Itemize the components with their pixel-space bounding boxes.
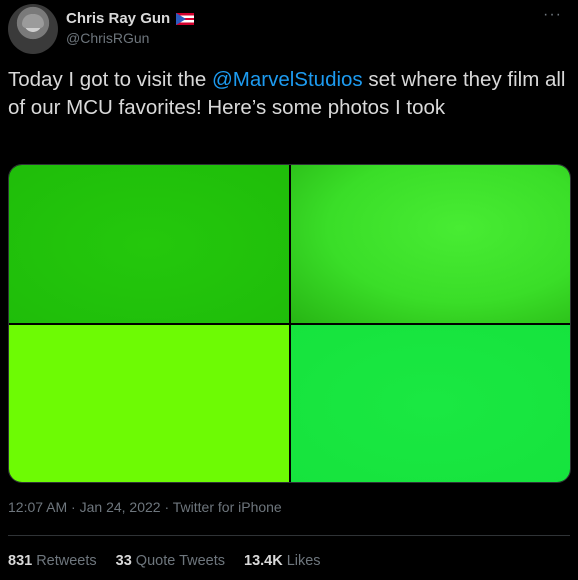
retweets-stat[interactable]: 831 Retweets <box>8 553 97 569</box>
likes-label: Likes <box>286 553 321 569</box>
tweet-time[interactable]: 12:07 AM <box>8 499 67 515</box>
tweet-stats: 831 Retweets 33 Quote Tweets 13.4K Likes <box>8 553 321 569</box>
quote-tweets-count: 33 <box>115 553 132 569</box>
name-row: Chris Ray Gun <box>66 10 195 27</box>
tweet-text-start: Today I got to visit the <box>8 68 212 91</box>
likes-count: 13.4K <box>244 553 283 569</box>
meta-separator: · <box>160 499 173 515</box>
mention-link[interactable]: @MarvelStudios <box>212 68 363 91</box>
retweets-count: 831 <box>8 553 33 569</box>
photo-2[interactable] <box>291 165 570 323</box>
display-name[interactable]: Chris Ray Gun <box>66 10 170 27</box>
more-horizontal-icon[interactable]: ··· <box>543 6 562 24</box>
user-handle[interactable]: @ChrisRGun <box>66 30 149 46</box>
likes-stat[interactable]: 13.4K Likes <box>244 553 321 569</box>
tweet-text: Today I got to visit the @MarvelStudios … <box>8 66 568 122</box>
photo-1[interactable] <box>9 165 289 323</box>
photo-4[interactable] <box>291 325 570 482</box>
meta-separator: · <box>67 499 80 515</box>
avatar[interactable] <box>8 4 58 54</box>
tweet-date[interactable]: Jan 24, 2022 <box>80 499 161 515</box>
puerto-rico-flag-icon <box>176 12 195 25</box>
media-grid <box>8 164 571 483</box>
tweet-meta: 12:07 AM · Jan 24, 2022 · Twitter for iP… <box>8 499 282 515</box>
quote-tweets-label: Quote Tweets <box>135 553 225 569</box>
retweets-label: Retweets <box>36 553 97 569</box>
quote-tweets-stat[interactable]: 33 Quote Tweets <box>116 553 225 569</box>
tweet-source[interactable]: Twitter for iPhone <box>173 499 282 515</box>
photo-3[interactable] <box>9 325 289 482</box>
divider <box>8 535 570 536</box>
tweet-header: Chris Ray Gun @ChrisRGun ··· <box>8 4 570 56</box>
